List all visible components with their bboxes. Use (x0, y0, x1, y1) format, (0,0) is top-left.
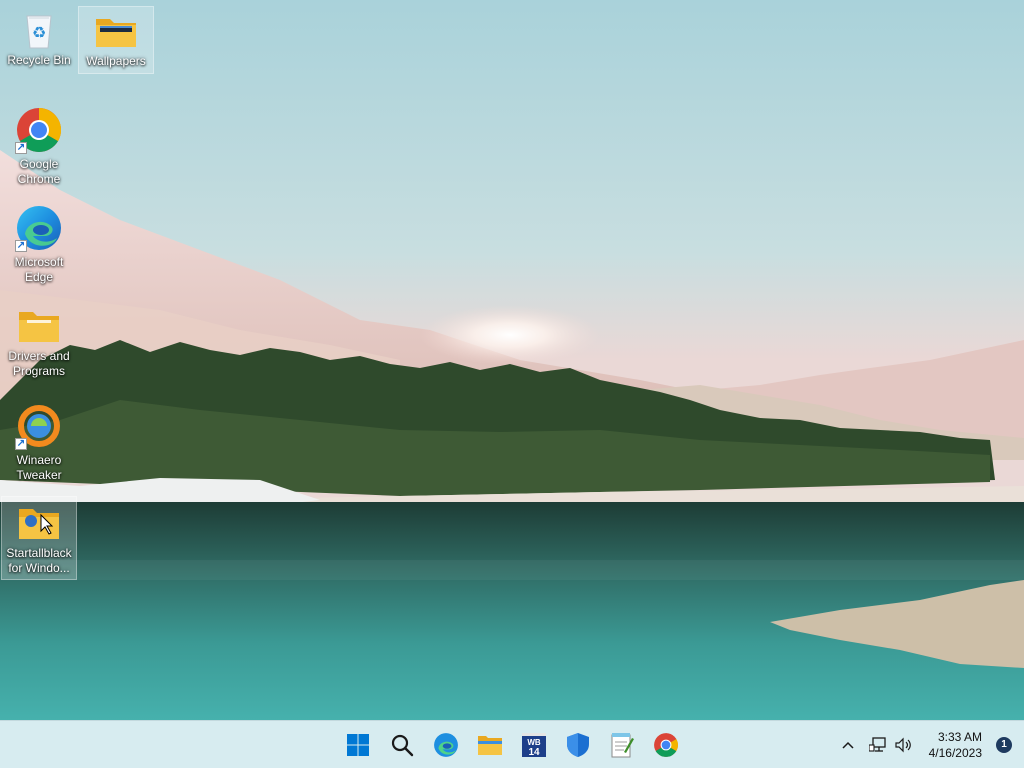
volume-icon (895, 737, 911, 753)
svg-text:♻: ♻ (32, 23, 46, 42)
file-explorer-button[interactable] (468, 725, 512, 765)
svg-text:WB: WB (527, 738, 541, 747)
desktop-icon-label: Drivers and Programs (8, 349, 70, 378)
desktop-icon-microsoft-edge[interactable]: ↗ Microsoft Edge (1, 200, 77, 284)
edge-icon: ↗ (15, 204, 63, 252)
search-icon (391, 734, 414, 757)
shortcut-arrow-icon: ↗ (15, 438, 27, 450)
desktop-icon-label: Wallpapers (86, 54, 146, 68)
desktop-icon-label: Recycle Bin (7, 53, 71, 67)
clock-time: 3:33 AM (937, 730, 982, 744)
clock-date: 4/16/2023 (928, 746, 982, 760)
shortcut-arrow-icon: ↗ (15, 142, 27, 154)
windows-logo-icon (347, 734, 369, 756)
desktop-wallpaper (0, 0, 1024, 720)
chrome-taskbar-button[interactable] (644, 725, 688, 765)
show-hidden-icons-button[interactable] (835, 729, 861, 761)
desktop-icon-wallpapers[interactable]: Wallpapers (78, 6, 154, 74)
winbuilder-button[interactable]: WB 14 (512, 725, 556, 765)
desktop-icon-label: Winaero Tweaker (16, 453, 62, 482)
start-button[interactable] (336, 725, 380, 765)
desktop-icon-google-chrome[interactable]: ↗ Google Chrome (1, 102, 77, 186)
edge-icon (434, 733, 458, 757)
notepad-icon (611, 733, 634, 758)
folder-icon (17, 306, 61, 346)
edge-taskbar-button[interactable] (424, 725, 468, 765)
notepad-button[interactable] (600, 725, 644, 765)
folder-icon (94, 11, 138, 51)
desktop-icon-recycle-bin[interactable]: ♻ Recycle Bin (1, 6, 77, 72)
shortcut-arrow-icon: ↗ (15, 240, 27, 252)
desktop-icon-label: Startallblack for Windo... (6, 546, 72, 575)
chrome-icon (654, 733, 678, 757)
taskbar: WB 14 3:33 AM 4/16/2023 1 (0, 720, 1024, 768)
windows-security-button[interactable] (556, 725, 600, 765)
folder-icon (478, 736, 502, 755)
desktop-icon-drivers-and-programs[interactable]: Drivers and Programs (1, 300, 77, 384)
desktop-icon-startallblack[interactable]: Startallblack for Windo... (1, 496, 77, 580)
system-tray: 3:33 AM 4/16/2023 1 (835, 721, 1024, 768)
desktop-icon-winaero-tweaker[interactable]: ↗ Winaero Tweaker (1, 398, 77, 482)
recycle-bin-icon: ♻ (19, 10, 59, 50)
search-button[interactable] (380, 725, 424, 765)
chrome-icon: ↗ (15, 106, 63, 154)
desktop-icon-label: Google Chrome (17, 157, 61, 186)
svg-text:14: 14 (528, 747, 540, 758)
network-volume-button[interactable] (861, 729, 921, 761)
taskbar-pinned-apps: WB 14 (336, 721, 688, 768)
wb14-icon: WB 14 (522, 733, 546, 758)
desktop-icon-label: Microsoft Edge (14, 255, 64, 284)
network-icon (868, 737, 886, 752)
chevron-up-icon (842, 741, 854, 749)
shield-icon (567, 733, 589, 757)
notification-badge[interactable]: 1 (996, 737, 1012, 753)
folder-icon (17, 503, 61, 543)
taskbar-clock[interactable]: 3:33 AM 4/16/2023 (921, 729, 990, 761)
winaero-tweaker-icon: ↗ (15, 402, 63, 450)
